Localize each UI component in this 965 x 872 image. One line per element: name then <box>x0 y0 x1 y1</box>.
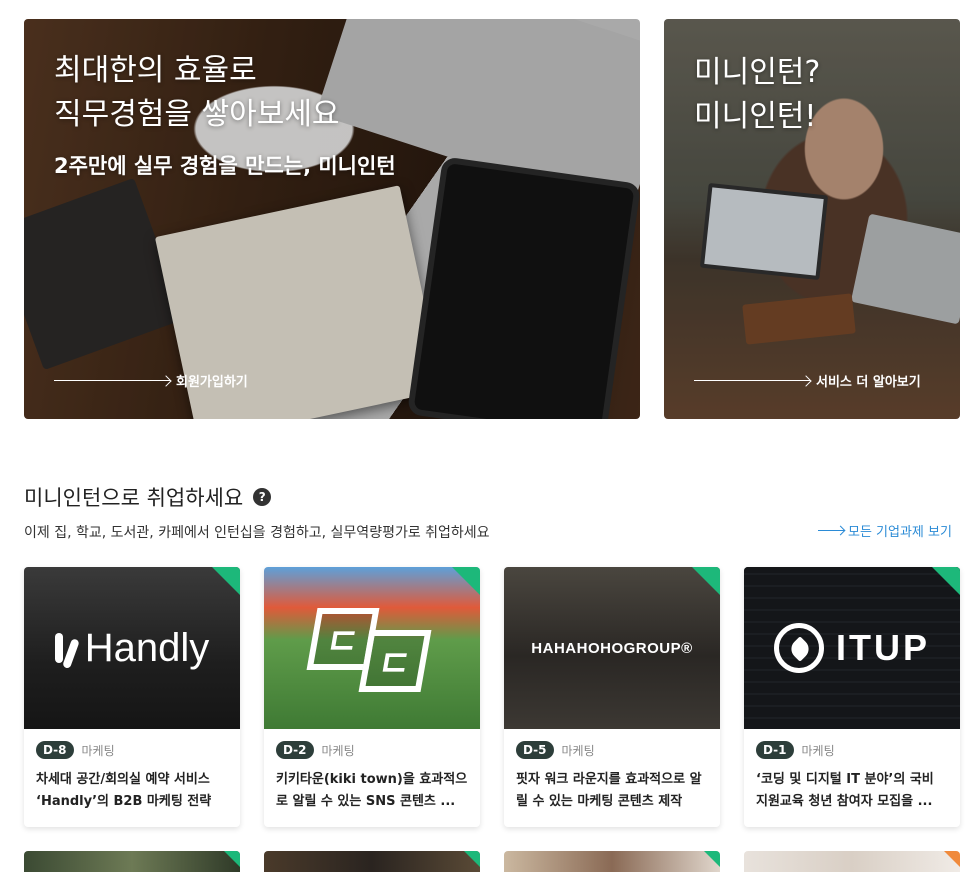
itup-logo: ITUP <box>773 623 930 673</box>
project-card-partial[interactable] <box>264 851 480 872</box>
card-thumbnail: ㄷ ㄷ <box>264 567 480 729</box>
learn-more-link-label: 서비스 더 알아보기 <box>816 375 921 390</box>
hero-side-title-line1: 미니인턴? <box>694 55 821 90</box>
hero-side-title-line2: 미니인턴! <box>694 99 817 134</box>
learn-more-link[interactable]: 서비스 더 알아보기 <box>694 371 921 390</box>
card-thumbnail: HAHAHOHOGROUP® <box>504 567 720 729</box>
card-meta: D-2 마케팅 <box>264 729 480 759</box>
project-card[interactable]: ITUP D-1 마케팅 ‘코딩 및 디지털 IT 분야’의 국비 지원교육 청… <box>744 567 960 827</box>
new-corner-badge <box>932 567 960 595</box>
card-meta: D-5 마케팅 <box>504 729 720 759</box>
category-label: 마케팅 <box>321 743 355 758</box>
hahahoho-logo: HAHAHOHOGROUP® <box>531 639 693 657</box>
signup-link[interactable]: 회원가입하기 <box>54 371 248 390</box>
dday-badge: D-5 <box>516 741 554 759</box>
card-meta: D-8 마케팅 <box>24 729 240 759</box>
dday-badge: D-8 <box>36 741 74 759</box>
itup-logo-text: ITUP <box>835 627 930 668</box>
kiki-town-logo: ㄷ ㄷ <box>306 608 432 692</box>
category-label: 마케팅 <box>801 743 835 758</box>
dday-badge: D-1 <box>756 741 794 759</box>
kiki-logo-block: ㄷ <box>358 630 432 692</box>
arrow-right-icon <box>694 380 810 381</box>
project-card-partial[interactable] <box>24 851 240 872</box>
handly-logo-text: Handly <box>84 625 210 670</box>
card-title: 키키타운(kiki town)을 효과적으로 알릴 수 있는 SNS 콘텐츠 .… <box>276 772 468 809</box>
new-corner-badge <box>452 567 480 595</box>
new-corner-badge <box>212 567 240 595</box>
category-label: 마케팅 <box>561 743 595 758</box>
new-corner-badge <box>944 851 960 867</box>
project-card[interactable]: ㄷ ㄷ D-2 마케팅 키키타운(kiki town)을 효과적으로 알릴 수 … <box>264 567 480 827</box>
arrow-right-icon <box>54 380 170 381</box>
project-card-partial[interactable] <box>504 851 720 872</box>
project-card[interactable]: HAHAHOHOGROUP® D-5 마케팅 핏자 워크 라운지를 효과적으로 … <box>504 567 720 827</box>
hero-main-subtitle: 2주만에 실무 경험을 만드는, 미니인턴 <box>54 154 396 178</box>
help-icon[interactable]: ? <box>253 488 272 506</box>
hero-banner-main[interactable]: 최대한의 효율로 직무경험을 쌓아보세요 2주만에 실무 경험을 만드는, 미니… <box>24 19 640 419</box>
hero-side-title: 미니인턴? 미니인턴! <box>694 51 820 139</box>
new-corner-badge <box>464 851 480 867</box>
rocket-icon <box>773 623 824 673</box>
card-meta: D-1 마케팅 <box>744 729 960 759</box>
hero-main-title-line2: 직무경험을 쌓아보세요 <box>54 97 340 132</box>
section-description: 이제 집, 학교, 도서관, 카페에서 인턴십을 경험하고, 실무역량평가로 취… <box>24 525 490 541</box>
card-title: 차세대 공간/회의실 예약 서비스 ‘Handly’의 B2B 마케팅 전략 <box>36 772 212 809</box>
category-label: 마케팅 <box>81 743 115 758</box>
new-corner-badge <box>224 851 240 867</box>
section-title-text: 미니인턴으로 취업하세요 <box>24 486 244 510</box>
signup-link-label: 회원가입하기 <box>176 375 248 390</box>
card-title: 핏자 워크 라운지를 효과적으로 알릴 수 있는 마케팅 콘텐츠 제작 <box>516 772 702 809</box>
see-all-label: 모든 기업과제 보기 <box>848 525 952 540</box>
hero-main-title: 최대한의 효율로 직무경험을 쌓아보세요 <box>54 49 340 137</box>
handly-logo-mark <box>54 633 80 670</box>
project-card-partial[interactable] <box>744 851 960 872</box>
hero-banner-side[interactable]: 미니인턴? 미니인턴! 서비스 더 알아보기 <box>664 19 960 419</box>
new-corner-badge <box>704 851 720 867</box>
new-corner-badge <box>692 567 720 595</box>
see-all-projects-link[interactable]: 모든 기업과제 보기 <box>818 521 952 540</box>
handly-logo: Handly <box>54 625 210 671</box>
card-title: ‘코딩 및 디지털 IT 분야’의 국비 지원교육 청년 참여자 모집을 ... <box>756 772 934 809</box>
dday-badge: D-2 <box>276 741 314 759</box>
card-thumbnail: Handly <box>24 567 240 729</box>
card-thumbnail: ITUP <box>744 567 960 729</box>
arrow-right-icon <box>818 530 844 531</box>
hero-main-title-line1: 최대한의 효율로 <box>54 53 257 88</box>
project-card[interactable]: Handly D-8 마케팅 차세대 공간/회의실 예약 서비스 ‘Handly… <box>24 567 240 827</box>
section-title: 미니인턴으로 취업하세요 ? <box>24 482 272 512</box>
